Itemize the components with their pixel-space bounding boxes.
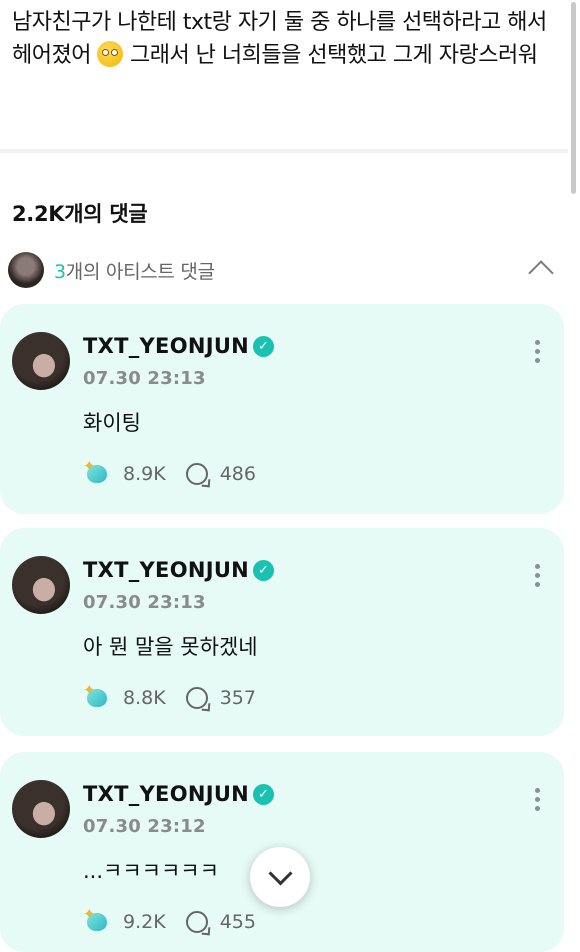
comment-author[interactable]: TXT_YEONJUN ✓	[83, 334, 275, 358]
avatar[interactable]	[12, 332, 70, 390]
scroll-down-button[interactable]	[250, 847, 310, 907]
artist-comments-label: 3개의 아티스트 댓글	[54, 257, 215, 284]
chevron-up-icon[interactable]	[528, 260, 554, 286]
comment-card: TXT_YEONJUN✓ 07.30 23:13 화이팅 8.9K 486	[0, 304, 564, 514]
comment-text: 화이팅	[83, 411, 141, 435]
reply-icon[interactable]	[185, 463, 208, 485]
artist-comment-label-text: 개의 아티스트 댓글	[65, 260, 215, 283]
avatar[interactable]	[12, 780, 70, 838]
cheer-count: 8.8K	[123, 687, 166, 709]
cheer-count: 8.9K	[123, 463, 166, 485]
post-text-end: 그래서 난 너희들을 선택했고 그게 자랑스러워	[123, 43, 538, 68]
more-options-icon[interactable]	[535, 788, 540, 815]
verified-icon: ✓	[253, 783, 275, 805]
comment-stats: 9.2K 455	[83, 905, 256, 936]
more-options-icon[interactable]	[535, 340, 540, 367]
reply-count: 455	[219, 911, 256, 933]
comment-time: 07.30 23:13	[83, 592, 206, 613]
artist-comment-count: 3	[54, 260, 66, 283]
comment-author[interactable]: TXT_YEONJUN ✓	[83, 558, 275, 582]
post-body: 남자친구가 나한테 txt랑 자기 둘 중 하나를 선택하라고 해서 헤어졌어 …	[12, 6, 552, 72]
reply-count: 357	[219, 687, 256, 709]
comment-text: ...ㅋㅋㅋㅋㅋㅋ	[83, 859, 219, 883]
scrollbar[interactable]	[571, 2, 576, 194]
reply-count: 486	[219, 463, 256, 485]
comment-text: 아 뭔 말을 못하겠네	[83, 635, 258, 659]
more-options-icon[interactable]	[535, 564, 540, 591]
comment-author[interactable]: TXT_YEONJUN ✓	[83, 782, 275, 806]
comment-time: 07.30 23:12	[83, 816, 206, 837]
cheer-icon[interactable]	[83, 681, 111, 712]
avatar[interactable]	[12, 556, 70, 614]
comment-stats: 8.9K 486	[83, 457, 256, 488]
comment-time: 07.30 23:13	[83, 368, 206, 389]
rolling-eyes-emoji-icon	[97, 41, 124, 67]
comment-stats: 8.8K 357	[83, 681, 256, 712]
reply-icon[interactable]	[185, 687, 208, 709]
verified-icon: ✓	[253, 335, 275, 357]
cheer-icon[interactable]	[83, 457, 111, 488]
cheer-count: 9.2K	[123, 911, 166, 933]
avatar	[8, 252, 44, 288]
author-name: TXT_YEONJUN	[83, 334, 250, 358]
comment-card: TXT_YEONJUN✓ 07.30 23:13 아 뭔 말을 못하겠네 8.8…	[0, 528, 564, 736]
author-name: TXT_YEONJUN	[83, 558, 250, 582]
artist-comments-toggle[interactable]: 3개의 아티스트 댓글	[8, 250, 556, 290]
verified-icon: ✓	[253, 559, 275, 581]
comment-count-heading: 2.2K개의 댓글	[12, 202, 148, 226]
reply-icon[interactable]	[185, 911, 208, 933]
cheer-icon[interactable]	[83, 905, 111, 936]
section-divider	[0, 149, 568, 153]
author-name: TXT_YEONJUN	[83, 782, 250, 806]
